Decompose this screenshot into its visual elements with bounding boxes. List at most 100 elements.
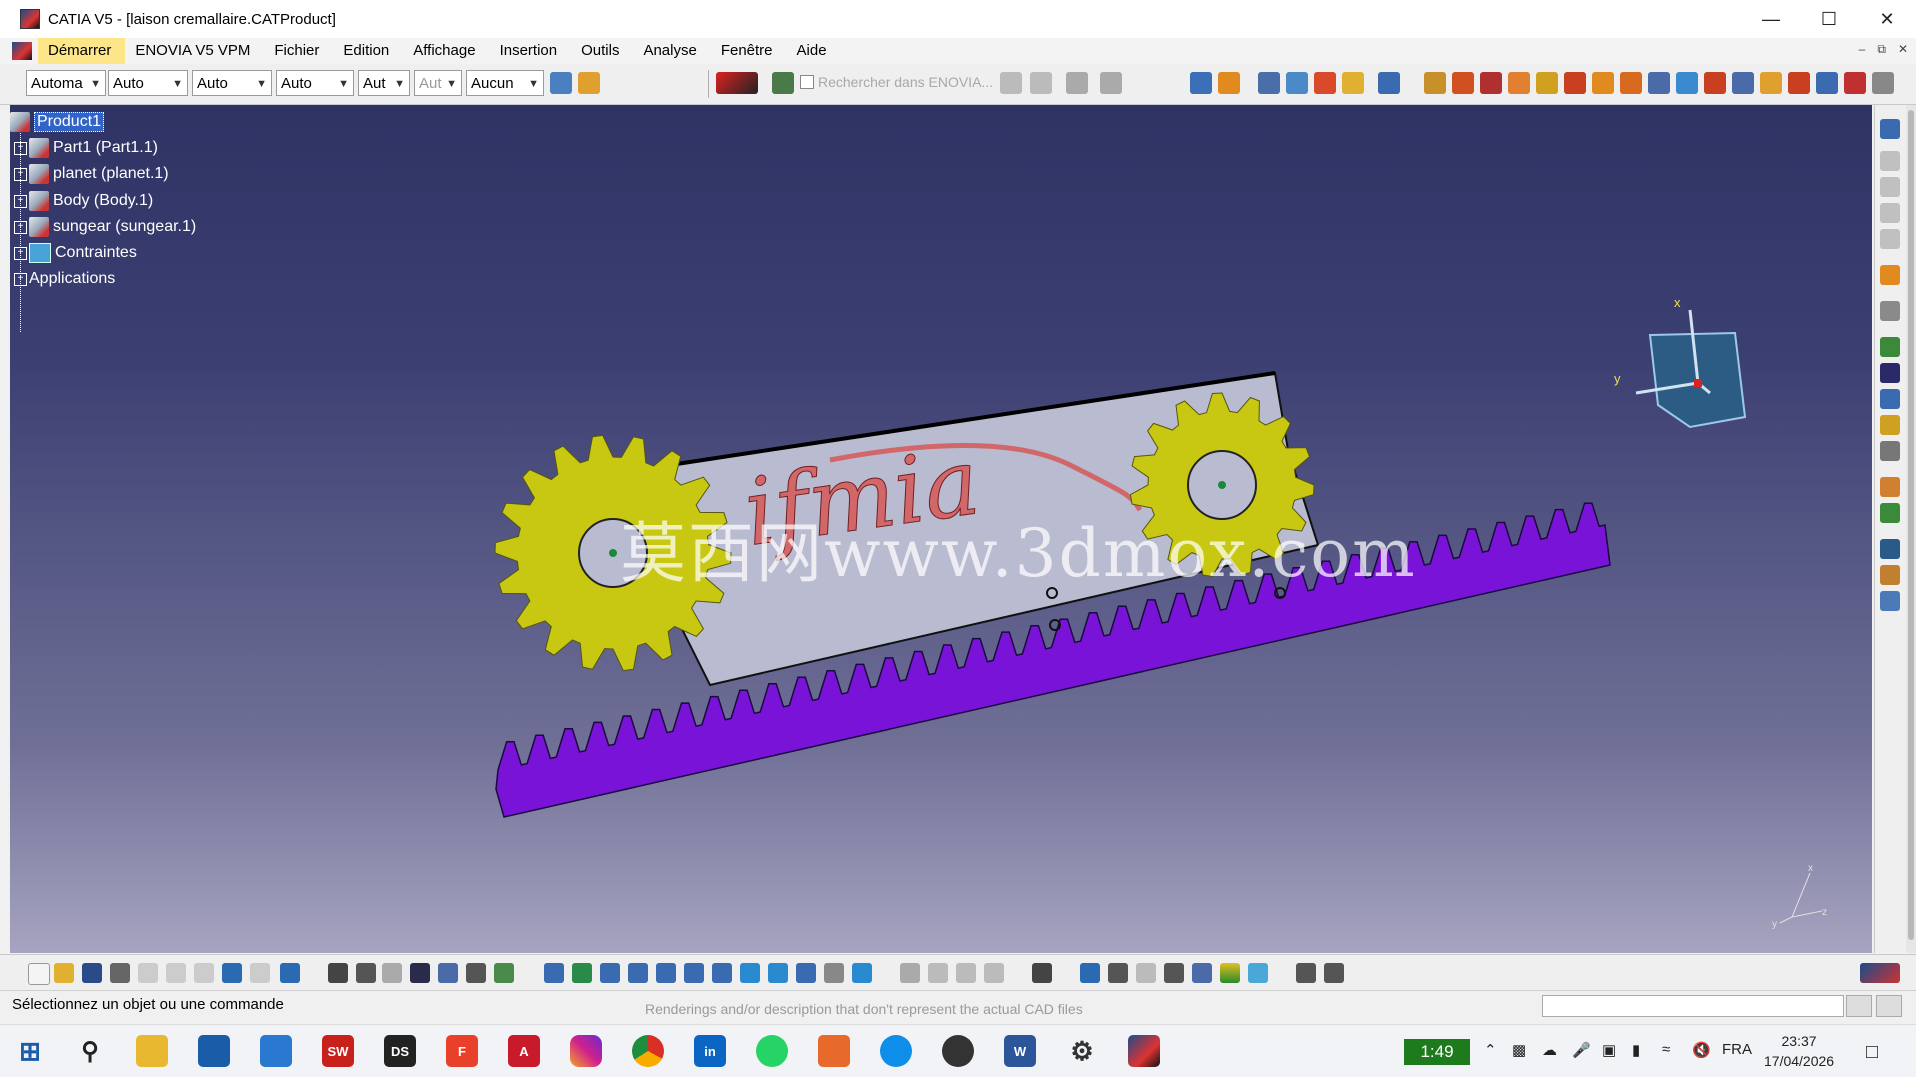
expand-icon[interactable]: + bbox=[14, 194, 27, 208]
command-stop-button[interactable] bbox=[1846, 995, 1872, 1017]
manipulate-icon[interactable] bbox=[1880, 301, 1900, 321]
file-explorer-icon[interactable] bbox=[136, 1035, 168, 1067]
angle-constraint-icon[interactable] bbox=[1508, 72, 1530, 94]
fix-component-icon[interactable] bbox=[1536, 72, 1558, 94]
menu-aide[interactable]: Aide bbox=[787, 38, 841, 64]
tree-item-label[interactable]: Part1 (Part1.1) bbox=[53, 139, 158, 157]
search-icon[interactable] bbox=[1164, 963, 1184, 983]
tree-item-label[interactable]: sungear (sungear.1) bbox=[53, 218, 196, 236]
tree-item-body[interactable]: + Body (Body.1) bbox=[14, 191, 153, 211]
clash-icon[interactable] bbox=[1378, 72, 1400, 94]
coincidence-constraint-icon[interactable] bbox=[1424, 72, 1446, 94]
catalog-icon[interactable] bbox=[1880, 337, 1900, 357]
tree-item-label[interactable]: Applications bbox=[29, 270, 115, 288]
solidworks-icon[interactable]: SW bbox=[322, 1035, 354, 1067]
whatsapp-icon[interactable] bbox=[756, 1035, 788, 1067]
tray-expand-icon[interactable]: ⌃ bbox=[1484, 1041, 1497, 1059]
change-constraint-icon[interactable] bbox=[1648, 72, 1670, 94]
rotate-icon[interactable] bbox=[628, 963, 648, 983]
menu-enovia[interactable]: ENOVIA V5 VPM bbox=[125, 38, 264, 64]
flexible-subassembly-icon[interactable] bbox=[1620, 72, 1642, 94]
swap-visible-space-icon[interactable] bbox=[852, 963, 872, 983]
new-file-icon[interactable] bbox=[28, 963, 50, 985]
menu-analyse[interactable]: Analyse bbox=[633, 38, 710, 64]
compass-icon[interactable]: x y bbox=[1614, 295, 1747, 429]
normal-view-icon[interactable] bbox=[712, 963, 732, 983]
graphic-properties-combo-2[interactable]: Auto ▼ bbox=[108, 70, 188, 96]
reuse-pattern-icon[interactable] bbox=[1676, 72, 1698, 94]
comment-icon[interactable] bbox=[356, 963, 376, 983]
doc-close-button[interactable]: ✕ bbox=[1898, 42, 1908, 57]
enovia-logo-icon[interactable] bbox=[716, 72, 758, 94]
menu-insertion[interactable]: Insertion bbox=[490, 38, 572, 64]
enovia-search-checkbox[interactable] bbox=[800, 75, 814, 89]
search-taskbar-icon[interactable]: ⚲ bbox=[74, 1035, 106, 1067]
cloud-icon[interactable]: ☁ bbox=[1542, 1041, 1557, 1059]
bill-of-material-icon[interactable] bbox=[1704, 72, 1726, 94]
close-button[interactable]: ✕ bbox=[1858, 0, 1916, 38]
tree-item-label[interactable]: Body (Body.1) bbox=[53, 192, 153, 210]
store-icon[interactable] bbox=[198, 1035, 230, 1067]
publish-icon[interactable] bbox=[1324, 963, 1344, 983]
fixed-constraint-icon[interactable] bbox=[1258, 72, 1280, 94]
clock[interactable]: 23:37 17/04/2026 bbox=[1764, 1031, 1834, 1071]
instagram-icon[interactable] bbox=[570, 1035, 602, 1067]
explode-icon[interactable] bbox=[1342, 72, 1364, 94]
scan-icon[interactable] bbox=[494, 963, 514, 983]
axis-system-icon[interactable] bbox=[1872, 72, 1894, 94]
volume-muted-icon[interactable]: 🔇 bbox=[1692, 1041, 1711, 1059]
tree-item-part1[interactable]: + Part1 (Part1.1) bbox=[14, 138, 158, 158]
meet-icon[interactable]: ▩ bbox=[1512, 1041, 1526, 1059]
manipulation-icon[interactable] bbox=[1286, 72, 1308, 94]
menu-outils[interactable]: Outils bbox=[571, 38, 633, 64]
macro-icon[interactable] bbox=[466, 963, 486, 983]
graph-tree-icon[interactable] bbox=[1880, 389, 1900, 409]
graphic-properties-combo-1[interactable]: Automa ▼ bbox=[26, 70, 106, 96]
analysis-icon[interactable] bbox=[1880, 565, 1900, 585]
linkedin-icon[interactable]: in bbox=[694, 1035, 726, 1067]
first-frame-icon[interactable] bbox=[1108, 963, 1128, 983]
autocad-icon[interactable]: A bbox=[508, 1035, 540, 1067]
command-execute-button[interactable] bbox=[1876, 995, 1902, 1017]
tree-item-applications[interactable]: + Applications bbox=[14, 270, 115, 288]
menu-affichage[interactable]: Affichage bbox=[403, 38, 489, 64]
tree-item-planet[interactable]: + planet (planet.1) bbox=[14, 164, 169, 184]
measure-icon[interactable] bbox=[1732, 72, 1754, 94]
doc-minimize-button[interactable]: – bbox=[1859, 42, 1866, 57]
sectioning-icon[interactable] bbox=[1760, 72, 1782, 94]
tree-root-product1[interactable]: Product1 bbox=[10, 112, 105, 132]
spiral-icon[interactable] bbox=[1880, 539, 1900, 559]
outlook-icon[interactable] bbox=[260, 1035, 292, 1067]
menu-fenetre[interactable]: Fenêtre bbox=[711, 38, 787, 64]
select-icon[interactable] bbox=[1880, 265, 1900, 285]
vertical-scrollbar[interactable] bbox=[1906, 105, 1916, 953]
teamviewer-icon[interactable] bbox=[880, 1035, 912, 1067]
tree-item-label[interactable]: planet (planet.1) bbox=[53, 165, 169, 183]
enovia-search[interactable]: Rechercher dans ENOVIA... bbox=[800, 74, 993, 90]
notifications-icon[interactable]: □ bbox=[1866, 1041, 1878, 1064]
hide-show-icon[interactable] bbox=[824, 963, 844, 983]
fix-together-icon[interactable] bbox=[1564, 72, 1586, 94]
swap-icon[interactable] bbox=[1296, 963, 1316, 983]
tree-item-contraintes[interactable]: + Contraintes bbox=[14, 243, 137, 263]
minimize-button[interactable]: — bbox=[1742, 0, 1800, 38]
dassault-icon[interactable]: DS bbox=[384, 1035, 416, 1067]
offset-constraint-icon[interactable] bbox=[1480, 72, 1502, 94]
zoom-out-icon[interactable] bbox=[684, 963, 704, 983]
microphone-icon[interactable]: 🎤 bbox=[1572, 1041, 1591, 1059]
save-icon[interactable] bbox=[82, 963, 102, 983]
print-icon[interactable] bbox=[110, 963, 130, 983]
parameters-icon[interactable] bbox=[438, 963, 458, 983]
chrome-icon[interactable] bbox=[632, 1035, 664, 1067]
settings-icon[interactable]: ⚙ bbox=[1066, 1035, 1098, 1067]
distance-analysis-icon[interactable] bbox=[1788, 72, 1810, 94]
word-icon[interactable]: W bbox=[1004, 1035, 1036, 1067]
obs-icon[interactable] bbox=[942, 1035, 974, 1067]
tree-root-label[interactable]: Product1 bbox=[34, 112, 105, 132]
windows-start-icon[interactable]: ⊞ bbox=[14, 1035, 46, 1067]
formula-icon[interactable] bbox=[328, 963, 348, 983]
tree-item-label[interactable]: Contraintes bbox=[55, 244, 137, 262]
table-icon[interactable] bbox=[410, 963, 430, 983]
capture-icon[interactable] bbox=[1032, 963, 1052, 983]
knowledge-icon[interactable] bbox=[1880, 591, 1900, 611]
